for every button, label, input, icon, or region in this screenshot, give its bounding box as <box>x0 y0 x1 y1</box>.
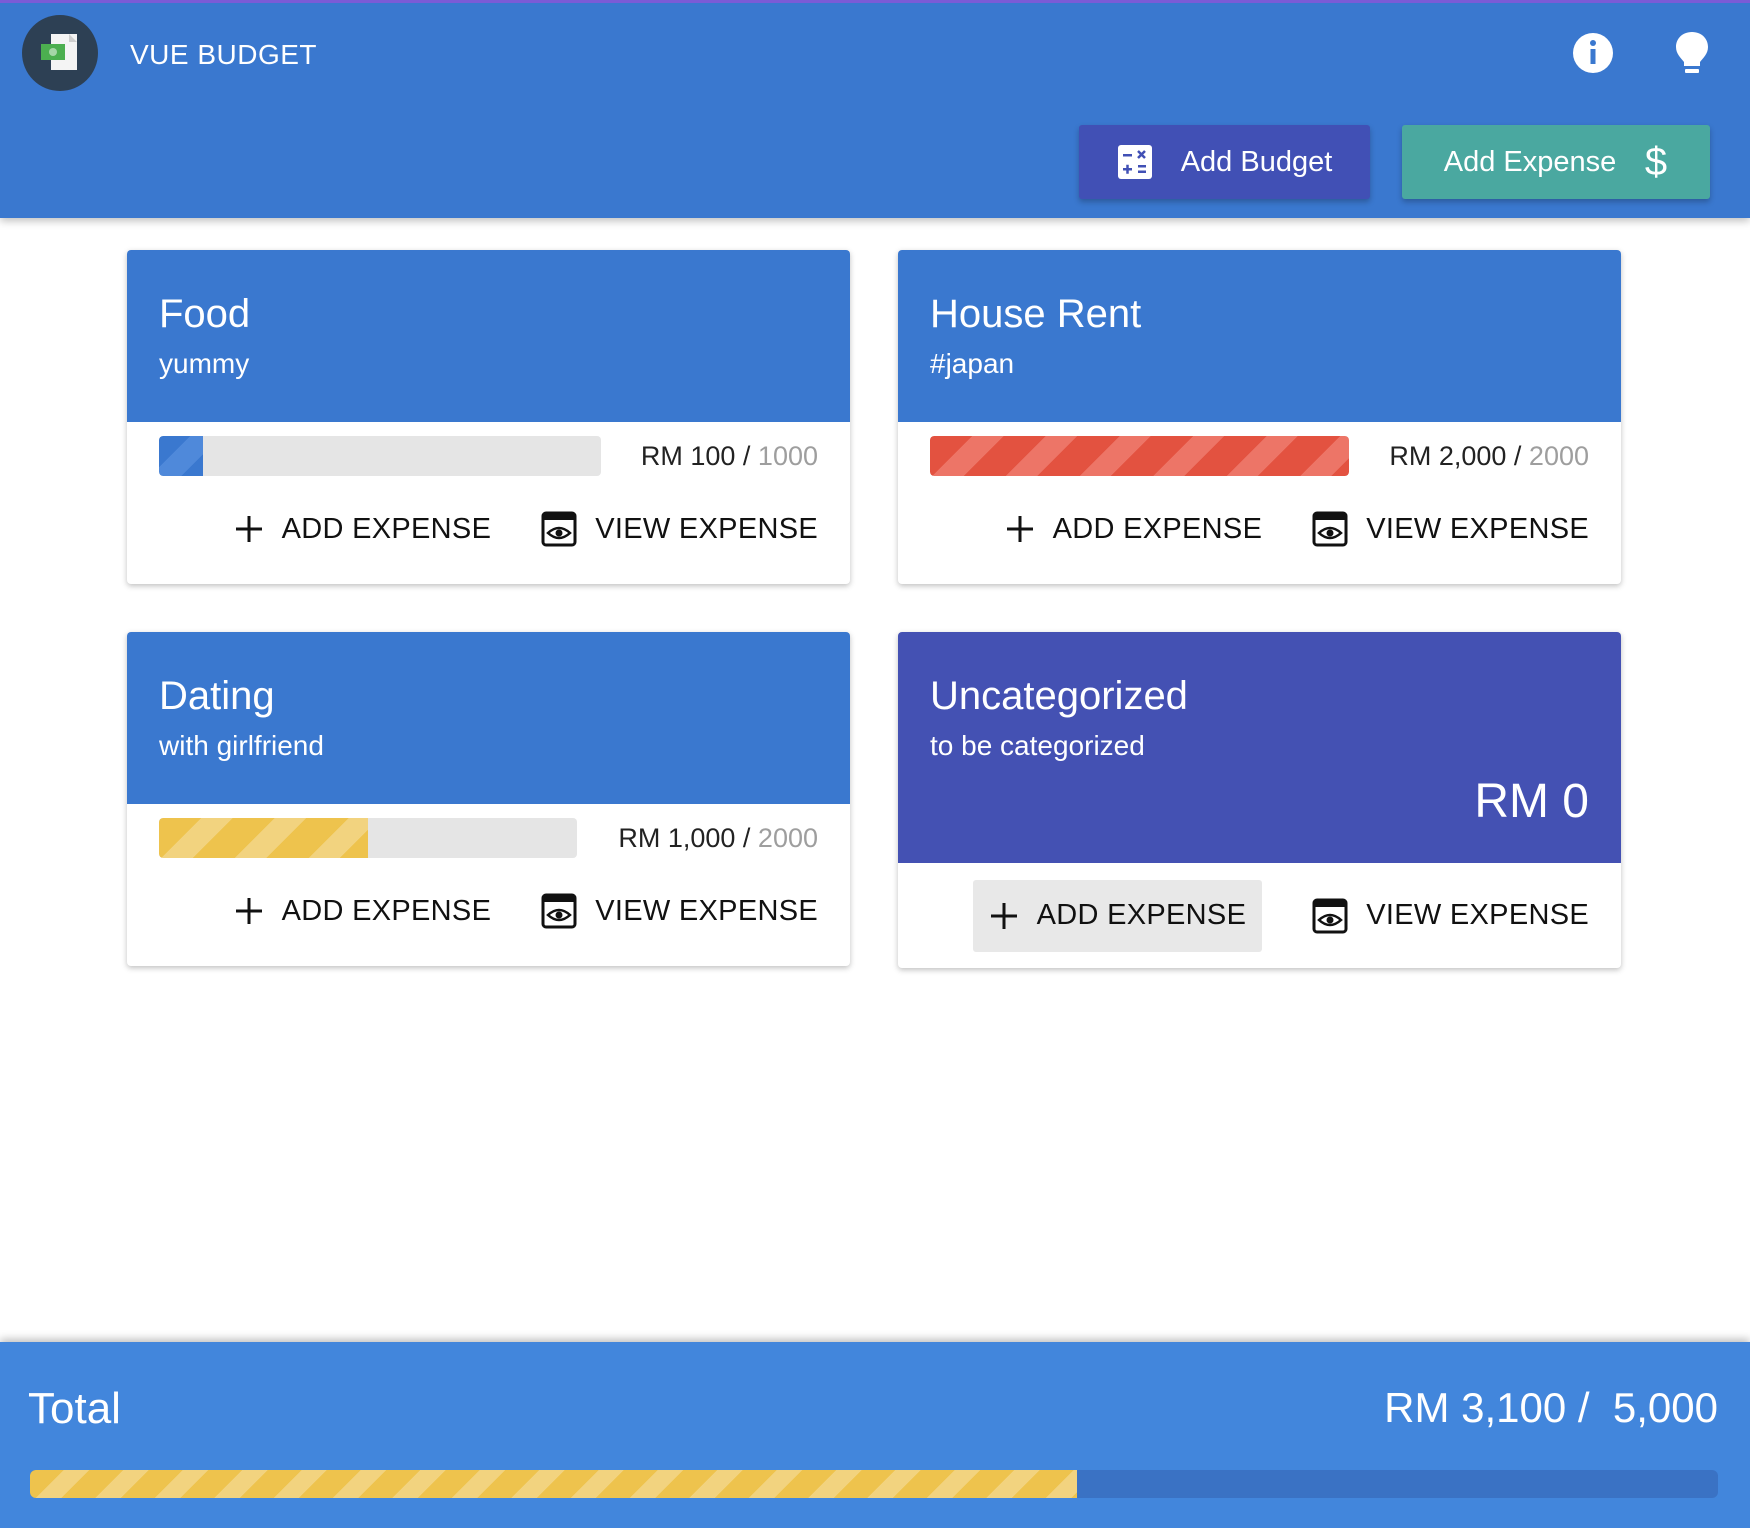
budget-card-dating: Dating with girlfriend RM 1,000 / 2000 A… <box>127 632 850 966</box>
lightbulb-icon <box>1676 32 1708 73</box>
budget-limit: 1000 <box>757 440 818 471</box>
add-expense-button[interactable]: ADD EXPENSE <box>234 875 492 947</box>
budget-progress-fill <box>159 436 204 476</box>
add-budget-button[interactable]: Add Budget <box>1079 125 1370 199</box>
total-footer: Total RM 3,100 / 5,000 <box>0 1342 1750 1528</box>
budget-progress-bar <box>930 436 1349 476</box>
budget-limit: 2000 <box>757 822 818 853</box>
add-expense-label: ADD EXPENSE <box>281 894 492 927</box>
card-actions: ADD EXPENSE VIEW EXPENSE <box>898 863 1621 968</box>
spent-amount: RM 2,000 <box>1389 440 1507 471</box>
budget-progress-fill <box>930 436 1349 476</box>
plus-icon <box>235 516 262 542</box>
budget-progress-bar <box>159 436 601 476</box>
view-eye-icon <box>1312 511 1348 547</box>
add-expense-header-label: Add Expense <box>1443 145 1617 178</box>
card-header: Uncategorized to be categorized RM 0 <box>898 632 1621 863</box>
view-expense-label: VIEW EXPENSE <box>595 894 818 927</box>
view-expense-label: VIEW EXPENSE <box>595 512 818 545</box>
budget-progress-bar <box>159 818 577 858</box>
card-title: Food <box>159 292 251 336</box>
tips-button[interactable] <box>1664 25 1720 81</box>
card-subtitle: #japan <box>930 348 1015 379</box>
total-label: Total <box>28 1384 121 1433</box>
add-budget-label: Add Budget <box>1180 145 1333 178</box>
plus-icon <box>1006 516 1033 542</box>
plus-icon <box>235 898 262 924</box>
card-subtitle: with girlfriend <box>159 730 324 761</box>
total-progress-fill <box>30 1470 1077 1498</box>
card-header: Dating with girlfriend <box>127 632 850 804</box>
dollar-icon: $ <box>1645 142 1667 182</box>
app-bar: VUE BUDGET Add Budget Add Expense $ <box>0 0 1750 218</box>
budget-amount: RM 1,000 / 2000 <box>618 822 818 853</box>
view-eye-icon <box>541 893 577 929</box>
svg-text:$: $ <box>1645 142 1667 182</box>
card-header: Food yummy <box>127 250 850 422</box>
total-progress-bar <box>30 1470 1718 1498</box>
budget-amount: RM 100 / 1000 <box>640 440 818 471</box>
uncategorized-amount: RM 0 <box>1474 775 1589 828</box>
add-expense-label: ADD EXPENSE <box>1036 899 1247 931</box>
budget-card-food: Food yummy RM 100 / 1000 ADD EXPENSE VIE… <box>127 250 850 584</box>
add-expense-button[interactable]: ADD EXPENSE <box>1005 493 1263 565</box>
view-expense-button[interactable]: VIEW EXPENSE <box>1312 880 1589 952</box>
info-button[interactable] <box>1565 25 1621 81</box>
total-amount: RM 3,100 / 5,000 <box>1384 1384 1718 1432</box>
total-spent: RM 3,100 / <box>1384 1384 1590 1431</box>
budget-progress-fill <box>159 818 368 858</box>
info-icon <box>1573 33 1613 73</box>
budget-amount: RM 2,000 / 2000 <box>1389 440 1589 471</box>
budget-progress-row: RM 100 / 1000 <box>127 422 850 490</box>
view-expense-label: VIEW EXPENSE <box>1366 899 1589 931</box>
add-expense-button[interactable]: ADD EXPENSE <box>972 879 1263 952</box>
view-expense-button[interactable]: VIEW EXPENSE <box>1312 493 1589 565</box>
spent-amount: RM 1,000 <box>618 822 736 853</box>
budget-limit: 2000 <box>1528 440 1589 471</box>
budget-card-house-rent: House Rent #japan RM 2,000 / 2000 ADD EX… <box>898 250 1621 584</box>
card-subtitle: yummy <box>159 348 250 379</box>
calculator-icon <box>1117 145 1152 179</box>
card-actions: ADD EXPENSE VIEW EXPENSE <box>127 872 850 950</box>
app-title: VUE BUDGET <box>130 39 318 70</box>
add-expense-header-button[interactable]: Add Expense $ <box>1402 125 1710 199</box>
plus-icon <box>990 902 1017 929</box>
card-actions: ADD EXPENSE VIEW EXPENSE <box>127 490 850 568</box>
card-title: House Rent <box>930 292 1142 336</box>
total-limit: 5,000 <box>1612 1384 1718 1431</box>
budget-progress-row: RM 1,000 / 2000 <box>127 804 850 872</box>
view-expense-button[interactable]: VIEW EXPENSE <box>541 875 818 947</box>
add-expense-button[interactable]: ADD EXPENSE <box>234 493 492 565</box>
spent-amount: RM 100 <box>640 440 736 471</box>
view-expense-button[interactable]: VIEW EXPENSE <box>541 493 818 565</box>
card-header: House Rent #japan <box>898 250 1621 422</box>
budget-card-uncategorized: Uncategorized to be categorized RM 0 ADD… <box>898 632 1621 968</box>
add-expense-label: ADD EXPENSE <box>281 512 492 545</box>
budget-progress-row: RM 2,000 / 2000 <box>898 422 1621 490</box>
view-eye-icon <box>1312 898 1348 933</box>
view-eye-icon <box>541 511 577 547</box>
card-title: Dating <box>159 674 275 718</box>
card-actions: ADD EXPENSE VIEW EXPENSE <box>898 490 1621 568</box>
money-doc-icon <box>41 34 77 70</box>
card-title: Uncategorized <box>930 674 1188 718</box>
add-expense-label: ADD EXPENSE <box>1052 512 1263 545</box>
app-logo <box>22 15 98 91</box>
card-subtitle: to be categorized <box>930 730 1145 761</box>
view-expense-label: VIEW EXPENSE <box>1366 512 1589 545</box>
